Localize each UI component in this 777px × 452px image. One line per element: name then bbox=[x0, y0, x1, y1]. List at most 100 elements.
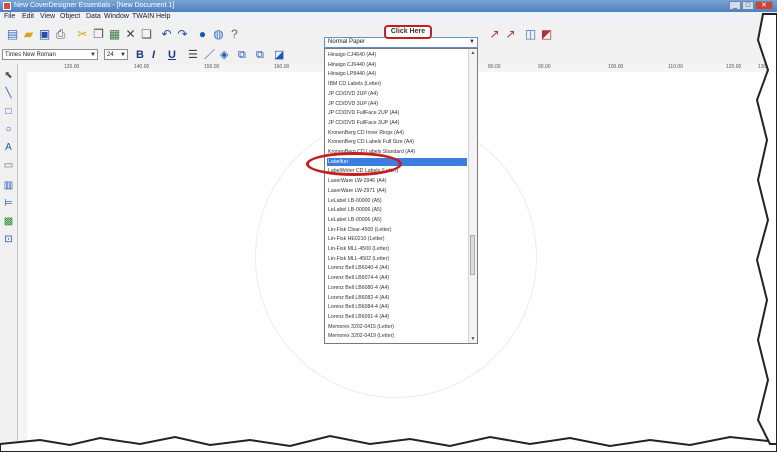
line-tool-icon[interactable]: ／ bbox=[204, 49, 215, 61]
dropdown-option[interactable]: LaserWare LW-2946 (A4) bbox=[327, 177, 467, 185]
dropdown-option[interactable]: Lorenz Bell LB6091-4 (A4) bbox=[327, 313, 467, 321]
dropdown-option[interactable]: Lorenz Bell LB6084-4 (A4) bbox=[327, 303, 467, 311]
scroll-up-icon[interactable]: ▲ bbox=[470, 50, 476, 56]
dropdown-option[interactable]: JP CD/DVD FullFace 2UP (A4) bbox=[327, 109, 467, 117]
dropdown-option[interactable]: Lorenz Bell LB6080-4 (A4) bbox=[327, 284, 467, 292]
cut-icon[interactable]: ✂ bbox=[76, 28, 89, 41]
ungroup-icon[interactable]: ⧉ bbox=[256, 49, 264, 61]
rectangle-tool-icon[interactable]: □ bbox=[3, 106, 14, 117]
dropdown-option[interactable]: Hinaigo CJ6440 (A4) bbox=[327, 61, 467, 69]
globe-icon[interactable]: ◍ bbox=[212, 28, 225, 41]
tool-sidebar: ⬉ ╲ □ ○ A ▭ ▥ ⊨ ▩ ⊡ bbox=[0, 64, 18, 452]
dropdown-option[interactable]: Lin-Fisk Clear-4500 (Letter) bbox=[327, 226, 467, 234]
menu-twain[interactable]: TWAIN bbox=[132, 12, 154, 22]
font-name-select[interactable]: Times New Roman ▼ bbox=[2, 49, 98, 60]
ruler-label: 140.00 bbox=[134, 64, 150, 70]
tool-d-icon[interactable]: ◩ bbox=[540, 28, 553, 41]
dropdown-option[interactable]: Lin-Fisk MLL-4500 (Letter) bbox=[327, 245, 467, 253]
maximize-button[interactable]: □ bbox=[742, 1, 754, 10]
tool-c-icon[interactable]: ◫ bbox=[524, 28, 537, 41]
info-icon[interactable]: ● bbox=[196, 28, 209, 41]
dropdown-option[interactable]: JP CD/DVD FullFace 3UP (A4) bbox=[327, 119, 467, 127]
tool-a-icon[interactable]: ↗ bbox=[488, 28, 501, 41]
barcode-tool-icon[interactable]: ▥ bbox=[3, 180, 14, 191]
dropdown-option[interactable]: Lorenz Bell LB6040-4 (A4) bbox=[327, 264, 467, 272]
title-bar: New CoverDesigner Essentials - [New Docu… bbox=[0, 0, 777, 12]
dropdown-option[interactable]: Hinaigo LP8440 (A4) bbox=[327, 70, 467, 78]
ruler-label: 100.00 bbox=[608, 64, 624, 70]
delete-icon[interactable]: ✕ bbox=[124, 28, 137, 41]
line-tool-icon[interactable]: ╲ bbox=[3, 88, 14, 99]
menu-object[interactable]: Object bbox=[60, 12, 80, 22]
dropdown-option[interactable]: Lin-Fisk HE0210 (Letter) bbox=[327, 235, 467, 243]
menu-file[interactable]: File bbox=[4, 12, 15, 22]
dropdown-option[interactable]: Lin-Fisk MLL-4502 (Letter) bbox=[327, 255, 467, 263]
dropdown-option[interactable]: LeLabel LB-00006 (A5) bbox=[327, 216, 467, 224]
paste-icon[interactable]: ▦ bbox=[108, 28, 121, 41]
dropdown-option[interactable]: Hinaigo CJ4640 (A4) bbox=[327, 51, 467, 59]
dropdown-option[interactable]: Memorex 3202-0419 (Letter) bbox=[327, 332, 467, 340]
select-tool-icon[interactable]: ⬉ bbox=[3, 70, 14, 81]
highlight-circle-annotation bbox=[306, 152, 402, 176]
image-tool-icon[interactable]: ▭ bbox=[3, 160, 14, 171]
dropdown-scrollbar[interactable]: ▲ ▼ bbox=[468, 49, 477, 343]
dropdown-option[interactable]: LeLabel LB-00000 (A5) bbox=[327, 197, 467, 205]
menu-help[interactable]: Help bbox=[156, 12, 170, 22]
paper-type-dropdown-list[interactable]: Hinaigo CJ4640 (A4) Hinaigo CJ6440 (A4) Hi… bbox=[324, 48, 478, 344]
scrollbar-thumb[interactable] bbox=[470, 235, 475, 275]
font-size-select[interactable]: 24 ▼ bbox=[104, 49, 128, 60]
window-controls: _ □ ✕ bbox=[729, 1, 773, 10]
menu-window[interactable]: Window bbox=[104, 12, 129, 22]
bold-icon[interactable]: B bbox=[136, 49, 144, 61]
save-icon[interactable]: ▣ bbox=[38, 28, 51, 41]
app-icon bbox=[3, 2, 11, 10]
fill-icon[interactable]: ◈ bbox=[220, 49, 228, 61]
dropdown-option[interactable]: Memorex 3202-0415 (Letter) bbox=[327, 323, 467, 331]
redo-icon[interactable]: ↷ bbox=[176, 28, 189, 41]
dropdown-option[interactable]: Lorenz Bell LB6074-4 (A4) bbox=[327, 274, 467, 282]
scroll-down-icon[interactable]: ▼ bbox=[470, 336, 476, 342]
app-window: New CoverDesigner Essentials - [New Docu… bbox=[0, 0, 777, 452]
menu-view[interactable]: View bbox=[40, 12, 55, 22]
underline-icon[interactable]: U bbox=[168, 49, 176, 61]
minimize-button[interactable]: _ bbox=[729, 1, 741, 10]
dropdown-option[interactable]: LeLabel LB-00006 (A5) bbox=[327, 206, 467, 214]
picture-tool-icon[interactable]: ▩ bbox=[3, 216, 14, 227]
dropdown-option[interactable]: IBM CD Labels (Letter) bbox=[327, 80, 467, 88]
tree-tool-icon[interactable]: ⊨ bbox=[3, 198, 14, 209]
close-button[interactable]: ✕ bbox=[755, 1, 773, 10]
new-document-icon[interactable]: ▤ bbox=[6, 28, 19, 41]
menu-edit[interactable]: Edit bbox=[22, 12, 34, 22]
dropdown-option[interactable]: KronenBerg CD Inner Rings (A4) bbox=[327, 129, 467, 137]
menu-data[interactable]: Data bbox=[86, 12, 101, 22]
print-icon[interactable]: ⎙ bbox=[54, 28, 67, 41]
chevron-down-icon: ▼ bbox=[120, 52, 126, 58]
ruler-label: 160.00 bbox=[274, 64, 290, 70]
help-icon[interactable]: ? bbox=[228, 28, 241, 41]
ruler-label: 90.00 bbox=[538, 64, 551, 70]
group-icon[interactable]: ⧉ bbox=[238, 49, 246, 61]
duplicate-icon[interactable]: ❏ bbox=[140, 28, 153, 41]
ruler-label: 150.00 bbox=[204, 64, 220, 70]
italic-icon[interactable]: I bbox=[152, 49, 155, 61]
arrange-icon[interactable]: ◪ bbox=[274, 49, 284, 61]
menu-bar: File Edit View Object Data Window TWAIN … bbox=[0, 12, 777, 22]
open-folder-icon[interactable]: ▰ bbox=[22, 28, 35, 41]
ruler-label: 120.00 bbox=[726, 64, 742, 70]
copy-icon[interactable]: ❐ bbox=[92, 28, 105, 41]
dropdown-option[interactable]: KronenBerg CD Labels Full Size (A4) bbox=[327, 138, 467, 146]
dropdown-option[interactable]: JP CD/DVD 3UP (A4) bbox=[327, 100, 467, 108]
tool-b-icon[interactable]: ↗ bbox=[504, 28, 517, 41]
text-tool-icon[interactable]: A bbox=[3, 142, 14, 153]
chevron-down-icon: ▼ bbox=[90, 52, 96, 58]
click-here-callout: Click Here bbox=[384, 25, 432, 39]
frame-tool-icon[interactable]: ⊡ bbox=[3, 234, 14, 245]
ruler-label: 120.00 bbox=[64, 64, 80, 70]
dropdown-option[interactable]: Lorenz Bell LB6082-4 (A4) bbox=[327, 294, 467, 302]
dropdown-option[interactable]: LaserWare LW-2971 (A4) bbox=[327, 187, 467, 195]
dropdown-option[interactable]: JP CD/DVD 2UP (A4) bbox=[327, 90, 467, 98]
ellipse-tool-icon[interactable]: ○ bbox=[3, 124, 14, 135]
undo-icon[interactable]: ↶ bbox=[160, 28, 173, 41]
ruler-label: 110.00 bbox=[668, 64, 683, 70]
align-icon[interactable]: ☰ bbox=[188, 49, 198, 61]
